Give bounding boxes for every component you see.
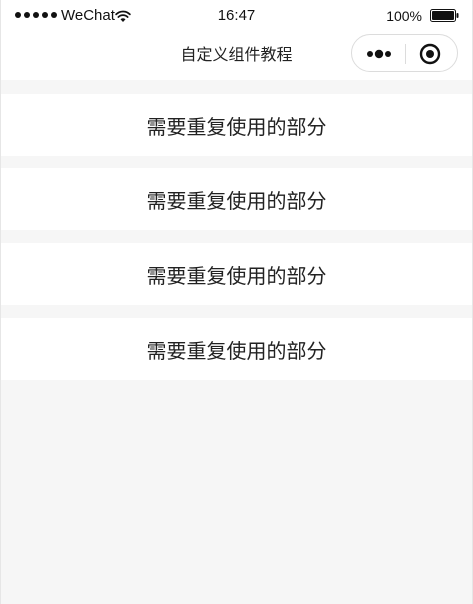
target-close-icon[interactable] (419, 43, 441, 65)
navigation-bar: 自定义组件教程 (1, 32, 472, 80)
reusable-component-item: 需要重复使用的部分 (1, 318, 472, 380)
more-dots-icon[interactable] (366, 48, 394, 60)
app-frame: WeChat 16:47 100% 自定义组件教程 需要重复使用的部分 需要重复… (0, 0, 473, 604)
status-bar: WeChat 16:47 100% (1, 0, 472, 32)
mini-program-capsule (351, 34, 458, 72)
battery-icon (430, 9, 459, 22)
reusable-component-item: 需要重复使用的部分 (1, 168, 472, 230)
reusable-component-item: 需要重复使用的部分 (1, 94, 472, 156)
capsule-divider (405, 44, 406, 64)
reusable-component-item: 需要重复使用的部分 (1, 243, 472, 305)
battery-percentage: 100% (386, 8, 422, 24)
